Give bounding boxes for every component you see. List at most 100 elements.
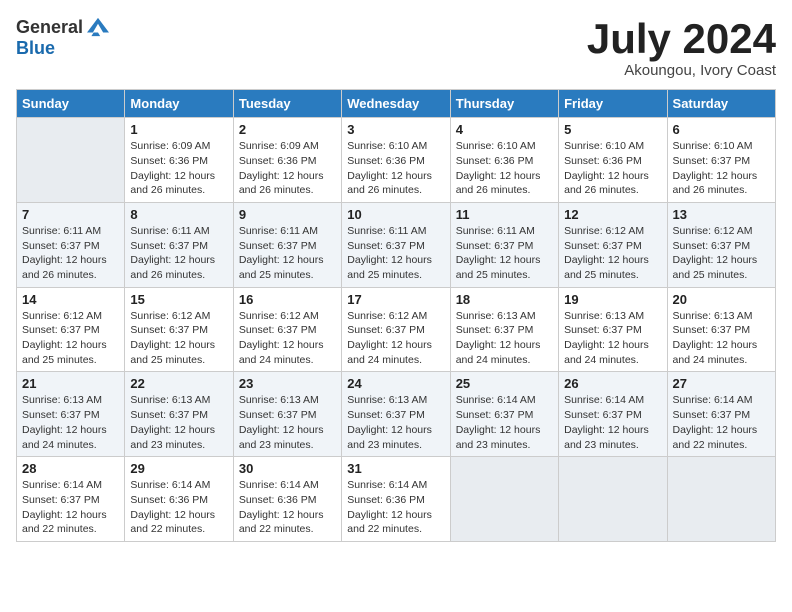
day-detail: Sunrise: 6:13 AMSunset: 6:37 PMDaylight:…	[564, 309, 661, 368]
day-detail: Sunrise: 6:14 AMSunset: 6:37 PMDaylight:…	[22, 478, 119, 537]
day-detail: Sunrise: 6:12 AMSunset: 6:37 PMDaylight:…	[673, 224, 770, 283]
calendar-cell: 12Sunrise: 6:12 AMSunset: 6:37 PMDayligh…	[559, 202, 667, 287]
calendar-cell: 30 Sunrise: 6:14 AMSunset: 6:36 PMDayligh…	[233, 457, 341, 542]
day-detail: Sunrise: 6:13 AMSunset: 6:37 PMDaylight:…	[673, 309, 770, 368]
day-detail: Sunrise: 6:12 AMSunset: 6:37 PMDaylight:…	[22, 309, 119, 368]
day-detail: Sunrise: 6:11 AMSunset: 6:37 PMDaylight:…	[456, 224, 553, 283]
day-number: 19	[564, 292, 661, 307]
day-number: 17	[347, 292, 444, 307]
day-detail: Sunrise: 6:14 AMSunset: 6:36 PMDaylight:…	[347, 478, 444, 537]
calendar-cell: 20Sunrise: 6:13 AMSunset: 6:37 PMDayligh…	[667, 287, 775, 372]
day-detail: Sunrise: 6:11 AMSunset: 6:37 PMDaylight:…	[130, 224, 227, 283]
calendar-table: SundayMondayTuesdayWednesdayThursdayFrid…	[16, 89, 776, 542]
week-row-2: 7 Sunrise: 6:11 AMSunset: 6:37 PMDaylight…	[17, 202, 776, 287]
day-number: 15	[130, 292, 227, 307]
calendar-cell: 3 Sunrise: 6:10 AMSunset: 6:36 PMDaylight…	[342, 118, 450, 203]
weekday-header-row: SundayMondayTuesdayWednesdayThursdayFrid…	[17, 90, 776, 118]
day-number: 2	[239, 122, 336, 137]
logo-icon	[87, 16, 109, 38]
calendar-cell	[17, 118, 125, 203]
day-detail: Sunrise: 6:13 AMSunset: 6:37 PMDaylight:…	[130, 393, 227, 452]
day-number: 21	[22, 376, 119, 391]
day-number: 7	[22, 207, 119, 222]
calendar-cell: 2 Sunrise: 6:09 AMSunset: 6:36 PMDaylight…	[233, 118, 341, 203]
logo-general-text: General	[16, 17, 83, 38]
calendar-cell: 31 Sunrise: 6:14 AMSunset: 6:36 PMDayligh…	[342, 457, 450, 542]
day-detail: Sunrise: 6:13 AMSunset: 6:37 PMDaylight:…	[239, 393, 336, 452]
title-area: July 2024 Akoungou, Ivory Coast	[587, 16, 776, 79]
calendar-cell: 1Sunrise: 6:09 AMSunset: 6:36 PMDaylight…	[125, 118, 233, 203]
day-number: 23	[239, 376, 336, 391]
day-detail: Sunrise: 6:10 AMSunset: 6:36 PMDaylight:…	[347, 139, 444, 198]
calendar-cell: 26 Sunrise: 6:14 AMSunset: 6:37 PMDayligh…	[559, 372, 667, 457]
day-number: 18	[456, 292, 553, 307]
calendar-cell: 11 Sunrise: 6:11 AMSunset: 6:37 PMDayligh…	[450, 202, 558, 287]
calendar-cell: 7 Sunrise: 6:11 AMSunset: 6:37 PMDaylight…	[17, 202, 125, 287]
weekday-header-monday: Monday	[125, 90, 233, 118]
calendar-cell: 16 Sunrise: 6:12 AMSunset: 6:37 PMDayligh…	[233, 287, 341, 372]
day-number: 12	[564, 207, 661, 222]
calendar-cell: 27 Sunrise: 6:14 AMSunset: 6:37 PMDayligh…	[667, 372, 775, 457]
calendar-cell: 15Sunrise: 6:12 AMSunset: 6:37 PMDayligh…	[125, 287, 233, 372]
day-number: 10	[347, 207, 444, 222]
logo-blue-text: Blue	[16, 38, 55, 59]
calendar-cell: 29 Sunrise: 6:14 AMSunset: 6:36 PMDayligh…	[125, 457, 233, 542]
day-detail: Sunrise: 6:13 AMSunset: 6:37 PMDaylight:…	[456, 309, 553, 368]
calendar-cell: 6Sunrise: 6:10 AMSunset: 6:37 PMDaylight…	[667, 118, 775, 203]
day-number: 16	[239, 292, 336, 307]
calendar-cell: 28 Sunrise: 6:14 AMSunset: 6:37 PMDayligh…	[17, 457, 125, 542]
calendar-cell: 5 Sunrise: 6:10 AMSunset: 6:36 PMDaylight…	[559, 118, 667, 203]
week-row-1: 1Sunrise: 6:09 AMSunset: 6:36 PMDaylight…	[17, 118, 776, 203]
day-detail: Sunrise: 6:10 AMSunset: 6:36 PMDaylight:…	[456, 139, 553, 198]
calendar-cell: 9Sunrise: 6:11 AMSunset: 6:37 PMDaylight…	[233, 202, 341, 287]
day-number: 14	[22, 292, 119, 307]
day-number: 30	[239, 461, 336, 476]
day-detail: Sunrise: 6:14 AMSunset: 6:36 PMDaylight:…	[130, 478, 227, 537]
day-detail: Sunrise: 6:14 AMSunset: 6:37 PMDaylight:…	[673, 393, 770, 452]
day-detail: Sunrise: 6:13 AMSunset: 6:37 PMDaylight:…	[347, 393, 444, 452]
weekday-header-tuesday: Tuesday	[233, 90, 341, 118]
day-number: 28	[22, 461, 119, 476]
day-detail: Sunrise: 6:10 AMSunset: 6:37 PMDaylight:…	[673, 139, 770, 198]
calendar-cell	[450, 457, 558, 542]
location-text: Akoungou, Ivory Coast	[587, 62, 776, 79]
day-number: 22	[130, 376, 227, 391]
calendar-cell: 4Sunrise: 6:10 AMSunset: 6:36 PMDaylight…	[450, 118, 558, 203]
calendar-cell: 8 Sunrise: 6:11 AMSunset: 6:37 PMDaylight…	[125, 202, 233, 287]
day-number: 9	[239, 207, 336, 222]
calendar-cell: 17 Sunrise: 6:12 AMSunset: 6:37 PMDayligh…	[342, 287, 450, 372]
weekday-header-sunday: Sunday	[17, 90, 125, 118]
day-detail: Sunrise: 6:11 AMSunset: 6:37 PMDaylight:…	[22, 224, 119, 283]
day-number: 25	[456, 376, 553, 391]
day-number: 11	[456, 207, 553, 222]
weekday-header-saturday: Saturday	[667, 90, 775, 118]
page-header: General Blue July 2024 Akoungou, Ivory C…	[16, 16, 776, 79]
day-detail: Sunrise: 6:14 AMSunset: 6:37 PMDaylight:…	[564, 393, 661, 452]
calendar-cell: 13Sunrise: 6:12 AMSunset: 6:37 PMDayligh…	[667, 202, 775, 287]
week-row-5: 28 Sunrise: 6:14 AMSunset: 6:37 PMDayligh…	[17, 457, 776, 542]
week-row-4: 21 Sunrise: 6:13 AMSunset: 6:37 PMDayligh…	[17, 372, 776, 457]
day-detail: Sunrise: 6:12 AMSunset: 6:37 PMDaylight:…	[347, 309, 444, 368]
day-number: 26	[564, 376, 661, 391]
weekday-header-wednesday: Wednesday	[342, 90, 450, 118]
day-number: 31	[347, 461, 444, 476]
day-number: 29	[130, 461, 227, 476]
day-detail: Sunrise: 6:09 AMSunset: 6:36 PMDaylight:…	[239, 139, 336, 198]
day-number: 8	[130, 207, 227, 222]
logo: General Blue	[16, 16, 109, 59]
day-detail: Sunrise: 6:10 AMSunset: 6:36 PMDaylight:…	[564, 139, 661, 198]
day-detail: Sunrise: 6:14 AMSunset: 6:36 PMDaylight:…	[239, 478, 336, 537]
calendar-cell: 21Sunrise: 6:13 AMSunset: 6:37 PMDayligh…	[17, 372, 125, 457]
day-detail: Sunrise: 6:12 AMSunset: 6:37 PMDaylight:…	[239, 309, 336, 368]
day-number: 5	[564, 122, 661, 137]
calendar-cell	[559, 457, 667, 542]
calendar-cell: 14 Sunrise: 6:12 AMSunset: 6:37 PMDayligh…	[17, 287, 125, 372]
calendar-cell: 10Sunrise: 6:11 AMSunset: 6:37 PMDayligh…	[342, 202, 450, 287]
day-number: 27	[673, 376, 770, 391]
day-detail: Sunrise: 6:09 AMSunset: 6:36 PMDaylight:…	[130, 139, 227, 198]
day-number: 3	[347, 122, 444, 137]
calendar-cell: 24 Sunrise: 6:13 AMSunset: 6:37 PMDayligh…	[342, 372, 450, 457]
weekday-header-thursday: Thursday	[450, 90, 558, 118]
day-detail: Sunrise: 6:14 AMSunset: 6:37 PMDaylight:…	[456, 393, 553, 452]
day-number: 24	[347, 376, 444, 391]
